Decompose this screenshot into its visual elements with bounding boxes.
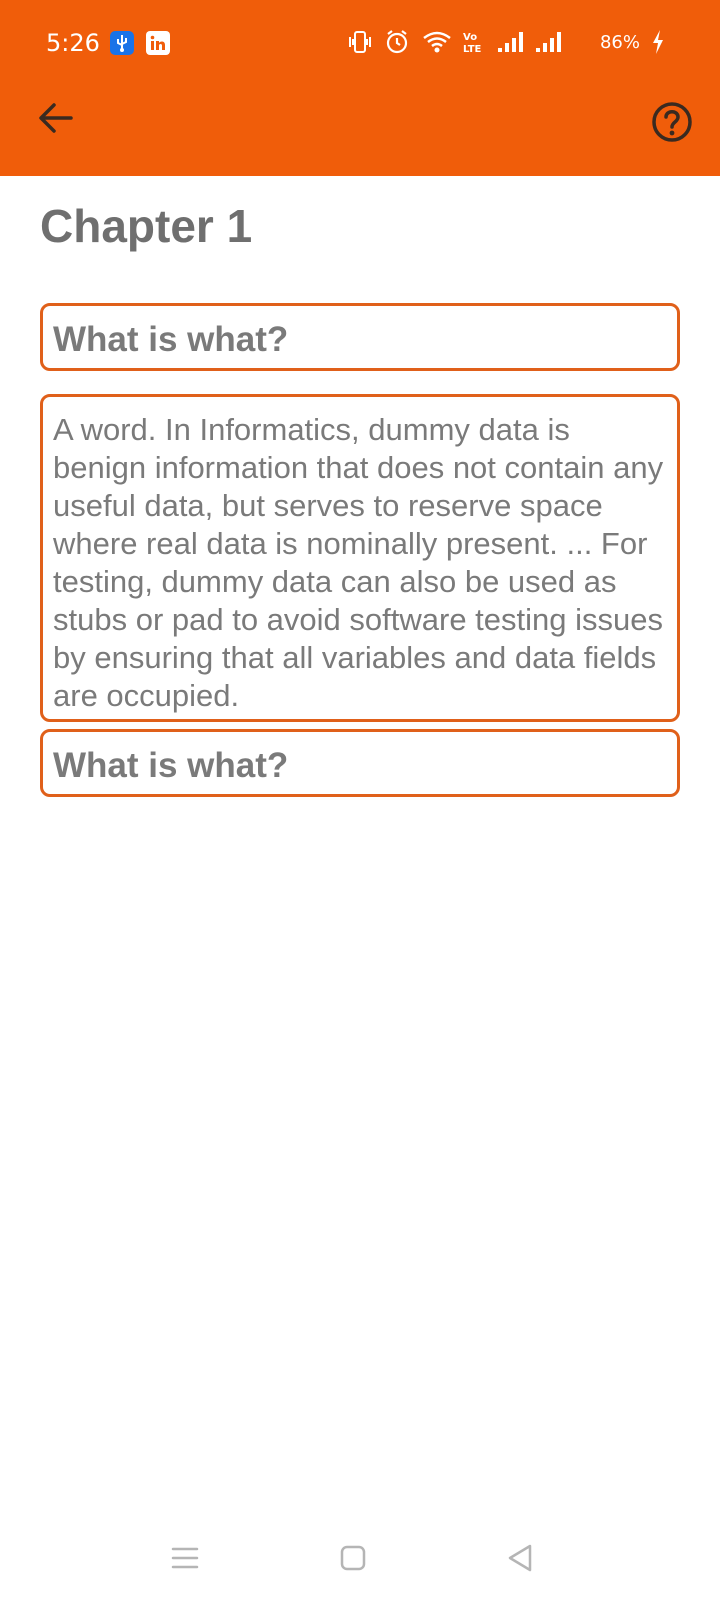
alarm-icon [386,30,408,54]
linkedin-notification-icon [146,31,170,55]
signal-icon [536,32,561,52]
question-text: What is what? [53,320,289,359]
svg-text:LTE: LTE [463,44,482,55]
answer-card[interactable]: A word. In Informatics, dummy data is be… [40,394,680,722]
help-icon [652,102,692,142]
back-arrow-icon [39,103,73,133]
back-icon[interactable] [500,1538,540,1578]
app-bar [0,88,720,176]
back-button[interactable] [30,92,82,144]
status-bar: 5:26 Vo LTE 86% [0,0,720,88]
question-card[interactable]: What is what? [40,729,680,797]
question-card[interactable]: What is what? [40,303,680,371]
help-button[interactable] [648,98,696,146]
chapter-title: Chapter 1 [40,200,253,252]
charging-icon [653,30,663,54]
status-time: 5:26 [46,29,100,57]
question-text: What is what? [53,746,289,785]
usb-notification-icon [110,31,134,55]
vibrate-icon [349,31,371,53]
wifi-icon [423,31,451,53]
menu-icon[interactable] [165,1538,205,1578]
home-icon[interactable] [333,1538,373,1578]
signal-icon [498,32,523,52]
svg-text:Vo: Vo [463,32,477,43]
volte-icon: VoLTE [463,32,482,55]
answer-text: A word. In Informatics, dummy data is be… [53,412,664,713]
system-nav-bar [0,1520,720,1600]
battery-level: 86% [599,32,640,53]
